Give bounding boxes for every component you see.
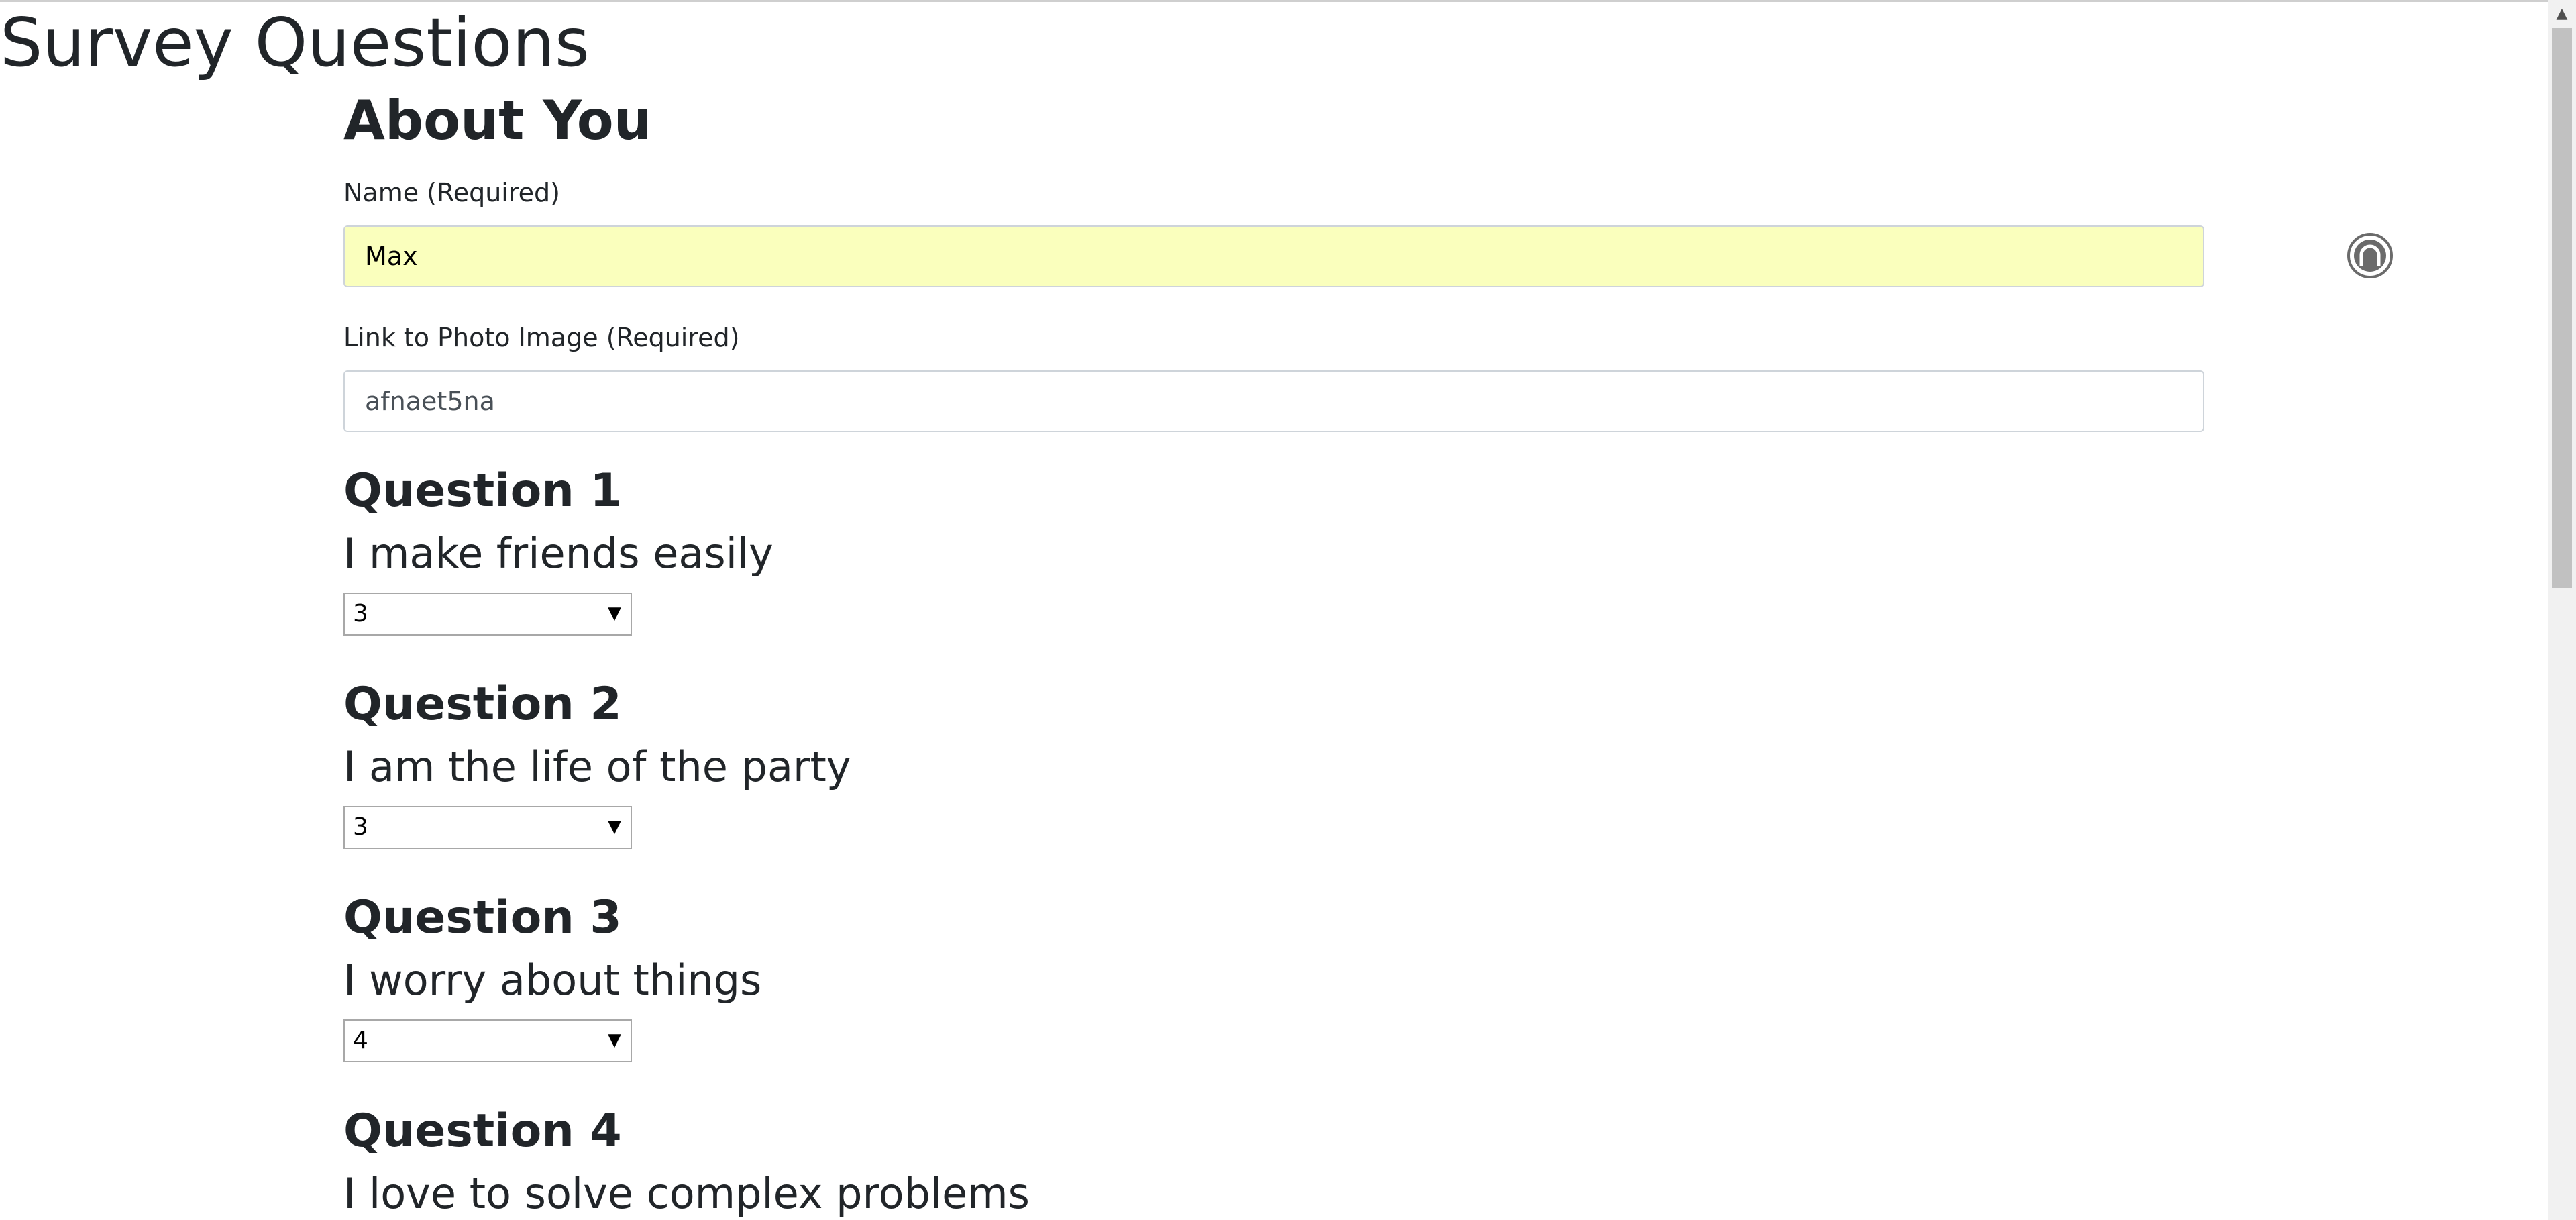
vertical-scrollbar[interactable]: ▲ (2548, 0, 2576, 1220)
question-3-select[interactable]: 4 ▼ (343, 1019, 632, 1062)
photo-link-label: Link to Photo Image (Required) (343, 323, 740, 352)
question-1-selected-value: 3 (353, 600, 368, 627)
question-1-select[interactable]: 3 ▼ (343, 593, 632, 636)
top-border (0, 0, 2576, 2)
question-1-text: I make friends easily (343, 529, 773, 578)
question-2-select[interactable]: 3 ▼ (343, 806, 632, 849)
question-2-selected-value: 3 (353, 813, 368, 841)
chevron-down-icon: ▼ (608, 603, 621, 623)
scroll-up-arrow-icon[interactable]: ▲ (2548, 0, 2576, 28)
question-4-title: Question 4 (343, 1105, 622, 1158)
question-3-selected-value: 4 (353, 1027, 368, 1054)
chevron-down-icon: ▼ (608, 817, 621, 837)
name-input[interactable] (343, 225, 2204, 287)
question-2-text: I am the life of the party (343, 742, 851, 791)
scrollbar-thumb[interactable] (2552, 28, 2572, 588)
question-1-title: Question 1 (343, 464, 622, 517)
question-3-text: I worry about things (343, 956, 762, 1005)
question-4-text: I love to solve complex problems (343, 1169, 1030, 1218)
about-you-heading: About You (343, 89, 652, 152)
question-3-title: Question 3 (343, 891, 622, 944)
password-manager-icon[interactable] (2347, 232, 2394, 279)
photo-link-input[interactable] (343, 370, 2204, 432)
name-label: Name (Required) (343, 178, 560, 207)
question-2-title: Question 2 (343, 678, 622, 731)
page-title: Survey Questions (0, 3, 590, 82)
chevron-down-icon: ▼ (608, 1030, 621, 1050)
